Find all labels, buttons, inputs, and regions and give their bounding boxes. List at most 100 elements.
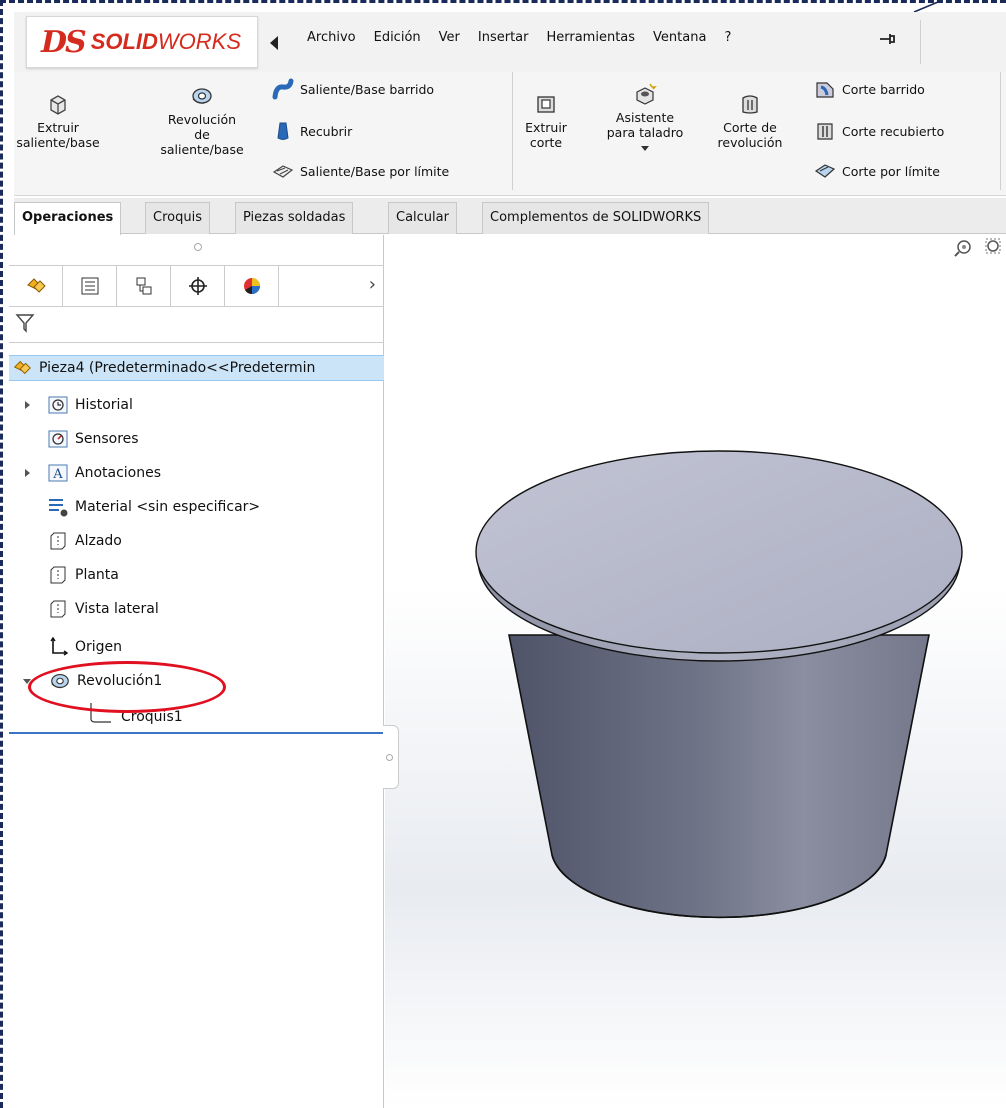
- saliente-barrido-button[interactable]: Saliente/Base barrido: [272, 78, 434, 100]
- ribbon-separator-2: [1000, 72, 1001, 190]
- corte-limite-button[interactable]: Corte por límite: [814, 160, 940, 182]
- tab-piezas-soldadas[interactable]: Piezas soldadas: [235, 202, 354, 234]
- material-icon: [49, 499, 68, 517]
- rollback-bar[interactable]: [9, 732, 384, 734]
- menu-help[interactable]: ?: [715, 30, 740, 45]
- sensor-icon: [48, 430, 68, 448]
- annotation-icon: A: [48, 464, 68, 482]
- dimxpert-tab[interactable]: [171, 266, 225, 306]
- tab-calcular[interactable]: Calcular: [388, 202, 457, 234]
- plane-icon: [50, 566, 66, 584]
- tab-complementos[interactable]: Complementos de SOLIDWORKS: [482, 202, 710, 234]
- history-icon: [48, 396, 68, 414]
- tree-item-planta[interactable]: Planta: [9, 559, 119, 591]
- corte-recubierto-button[interactable]: Corte recubierto: [814, 120, 944, 142]
- tree-item-anotaciones[interactable]: A Anotaciones: [9, 457, 161, 489]
- lofted-cut-icon: [817, 123, 833, 140]
- configurationmanager-tab[interactable]: [117, 266, 171, 306]
- extruir-saliente-label: Extruir saliente/base: [16, 120, 100, 150]
- solidworks-logo[interactable]: DS SOLID WORKS: [26, 16, 258, 68]
- panel-grip[interactable]: [194, 243, 202, 251]
- corte-revolucion-button[interactable]: Corte de revolución: [710, 92, 790, 150]
- svg-text:A: A: [52, 467, 63, 482]
- displaymanager-tab[interactable]: [225, 266, 279, 306]
- corte-barrido-button[interactable]: Corte barrido: [814, 78, 925, 100]
- propertymanager-tab[interactable]: [63, 266, 117, 306]
- asistente-dropdown-icon[interactable]: [641, 146, 649, 151]
- pin-icon[interactable]: [878, 30, 896, 48]
- highlight-annotation-oval: [28, 661, 226, 713]
- revolucion-saliente-label: Revolución de saliente/base: [160, 112, 244, 157]
- tree-item-material[interactable]: Material <sin especificar>: [9, 491, 260, 523]
- panel-splitter-handle[interactable]: [383, 725, 399, 789]
- saliente-limite-button[interactable]: Saliente/Base por límite: [272, 160, 449, 182]
- extruir-corte-label: Extruir corte: [525, 120, 567, 150]
- tree-filter-row[interactable]: [9, 307, 384, 343]
- extrude-cut-icon: [537, 96, 555, 113]
- corte-barrido-label: Corte barrido: [842, 81, 925, 97]
- menu-insertar[interactable]: Insertar: [469, 30, 538, 45]
- recubrir-label: Recubrir: [300, 123, 353, 139]
- recubrir-button[interactable]: Recubrir: [272, 120, 352, 142]
- logo-text-solid: SOLID: [90, 29, 158, 54]
- extruir-saliente-button[interactable]: Extruir saliente/base: [16, 92, 100, 150]
- saliente-limite-label: Saliente/Base por límite: [300, 163, 450, 179]
- tree-item-label: Historial: [75, 397, 133, 413]
- tab-operaciones[interactable]: Operaciones: [14, 202, 122, 235]
- ds-logo-mark: DS: [41, 24, 87, 60]
- tree-root-label: Pieza4 (Predeterminado<<Predetermin: [39, 360, 316, 376]
- corte-limite-label: Corte por límite: [842, 163, 940, 179]
- tree-item-label: Sensores: [75, 431, 139, 447]
- plane-icon: [50, 600, 66, 618]
- tree-root-part[interactable]: Pieza4 (Predeterminado<<Predetermin: [9, 355, 384, 381]
- crosshair-icon: [188, 277, 207, 295]
- manager-tabs: ›: [9, 265, 384, 307]
- expand-arrow-icon[interactable]: [25, 469, 30, 477]
- tree-item-alzado[interactable]: Alzado: [9, 525, 122, 557]
- menu-bar: DS SOLID WORKS Archivo Edición Ver Insert…: [14, 12, 1006, 72]
- part-model[interactable]: [385, 235, 1006, 1108]
- tree-item-label: Vista lateral: [75, 601, 159, 617]
- tree-item-label: Alzado: [75, 533, 122, 549]
- grip-dot: [386, 754, 393, 761]
- menu-archivo[interactable]: Archivo: [298, 30, 365, 45]
- saliente-barrido-label: Saliente/Base barrido: [300, 81, 435, 97]
- featuremanager-tab[interactable]: [9, 266, 63, 306]
- ribbon-separator: [512, 72, 513, 190]
- main-menu: Archivo Edición Ver Insertar Herramienta…: [298, 30, 740, 45]
- graphics-viewport[interactable]: [385, 235, 1006, 1108]
- menu-collapse-arrow-icon[interactable]: [270, 36, 278, 50]
- menu-ver[interactable]: Ver: [430, 30, 469, 45]
- menu-separator: [920, 20, 921, 64]
- origin-icon: [50, 636, 69, 656]
- tree-item-label: Anotaciones: [75, 465, 162, 481]
- feature-manager-panel: › Pieza4 (Predeterminado<<Predetermin Hi…: [9, 235, 384, 1108]
- chevron-right-icon[interactable]: ›: [369, 274, 376, 295]
- menu-herramientas[interactable]: Herramientas: [537, 30, 644, 45]
- corte-recubierto-label: Corte recubierto: [842, 123, 945, 139]
- extruir-corte-button[interactable]: Extruir corte: [520, 92, 572, 150]
- loft-icon: [277, 122, 289, 140]
- menu-edicion[interactable]: Edición: [365, 30, 430, 45]
- part-icon: [26, 278, 46, 293]
- expand-arrow-icon[interactable]: [25, 401, 30, 409]
- boundary-cut-icon: [814, 164, 836, 178]
- tree-item-historial[interactable]: Historial: [9, 389, 133, 421]
- part-icon: [13, 360, 31, 375]
- tab-croquis[interactable]: Croquis: [145, 202, 210, 234]
- tree-item-label: Planta: [75, 567, 119, 583]
- tree-item-sensores[interactable]: Sensores: [9, 423, 139, 455]
- tree-item-label: Origen: [75, 639, 123, 655]
- menu-ventana[interactable]: Ventana: [644, 30, 715, 45]
- revolve-cut-icon: [742, 95, 758, 114]
- revolve-boss-icon: [192, 88, 212, 104]
- asistente-taladro-button[interactable]: Asistente para taladro: [602, 82, 688, 151]
- revolucion-saliente-button[interactable]: Revolución de saliente/base: [156, 84, 248, 157]
- tree-item-vista-lateral[interactable]: Vista lateral: [9, 593, 159, 625]
- cup-lid-top[interactable]: [475, 450, 963, 654]
- logo-text-works: WORKS: [157, 29, 242, 54]
- tree-item-origen[interactable]: Origen: [9, 631, 122, 663]
- cup-body[interactable]: [508, 634, 930, 919]
- filter-icon[interactable]: [15, 313, 35, 333]
- appearance-icon: [243, 278, 260, 295]
